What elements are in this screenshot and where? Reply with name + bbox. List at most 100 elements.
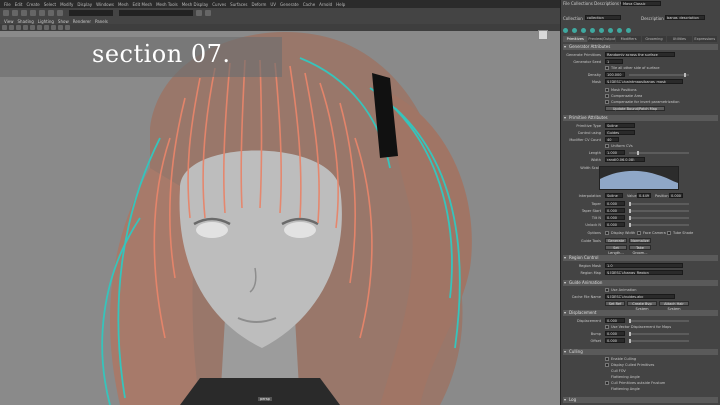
menu-item[interactable]: Create — [26, 2, 39, 7]
wireframe-icon[interactable] — [23, 25, 28, 30]
shadow-icon[interactable] — [51, 25, 56, 30]
unlock-field[interactable]: 0.000 — [605, 222, 625, 227]
snap-grid-icon[interactable] — [30, 10, 36, 16]
move-icon[interactable] — [572, 27, 577, 33]
guide-icon[interactable] — [581, 27, 586, 33]
menu-item[interactable]: Mesh — [118, 2, 129, 7]
use-animation-checkbox[interactable] — [605, 288, 609, 292]
display-culled-checkbox[interactable] — [605, 363, 609, 367]
sculpt-icon[interactable] — [599, 27, 604, 33]
position-field[interactable]: 0.000 — [669, 193, 683, 198]
tab-expressions[interactable]: Expressions — [692, 36, 717, 42]
density-slider[interactable] — [629, 73, 689, 77]
viewport-menu-item[interactable]: Shading — [18, 19, 34, 24]
region-map-field[interactable]: ${DESC}/bangs_Region — [605, 270, 683, 275]
menu-item[interactable]: Cache — [303, 2, 315, 7]
clear-icon[interactable] — [626, 27, 631, 33]
lighting-icon[interactable] — [44, 25, 49, 30]
tube-shade-checkbox[interactable] — [667, 231, 671, 235]
enable-culling-checkbox[interactable] — [605, 357, 609, 361]
paint-tool-icon[interactable] — [21, 10, 27, 16]
grid-icon[interactable] — [16, 25, 21, 30]
render-icon[interactable] — [57, 10, 63, 16]
displacement-field[interactable]: 0.000 — [605, 318, 625, 323]
face-camera-checkbox[interactable] — [637, 231, 641, 235]
cache-file-field[interactable]: ${DESC}/guides.abc — [605, 294, 675, 299]
unlock-slider[interactable] — [629, 223, 689, 227]
menu-item[interactable]: Modify — [60, 2, 73, 7]
menu-item[interactable]: Edit Mesh — [133, 2, 153, 7]
generate-primitives-select[interactable]: Randomly across the surface — [605, 52, 675, 57]
select-guide-icon[interactable] — [590, 27, 595, 33]
bookmark-icon[interactable] — [9, 25, 14, 30]
select-tool-icon[interactable] — [3, 10, 9, 16]
viewport-menu-item[interactable]: Show — [58, 19, 69, 24]
workspace-select[interactable]: Maya Classic — [621, 1, 661, 6]
panel-menu-item[interactable]: Collections — [571, 1, 593, 6]
viewport-menu-item[interactable]: View — [4, 19, 14, 24]
add-description-icon[interactable] — [563, 27, 568, 33]
menu-item[interactable]: Edit — [15, 2, 23, 7]
generate-button[interactable]: Generate — [605, 238, 627, 243]
display-width-checkbox[interactable] — [605, 231, 609, 235]
section-generator[interactable]: Generator Attributes — [563, 44, 718, 50]
tile-checkbox[interactable] — [605, 66, 609, 70]
tab-modifiers[interactable]: Modifiers — [616, 36, 641, 42]
description-select[interactable]: bangs_description — [665, 15, 705, 20]
menu-item[interactable]: File — [4, 2, 11, 7]
preview-icon[interactable] — [617, 27, 622, 33]
primitive-type-select[interactable]: Spline — [605, 123, 635, 128]
tab-primitives[interactable]: Primitives — [563, 36, 588, 42]
menu-item[interactable]: Deform — [251, 2, 266, 7]
menu-item[interactable]: Windows — [96, 2, 114, 7]
menu-item[interactable]: Generate — [280, 2, 299, 7]
control-using-select[interactable]: Guides — [605, 130, 635, 135]
panel-menu-item[interactable]: File — [563, 1, 570, 6]
menu-item[interactable]: Display — [77, 2, 92, 7]
viewport-menu-item[interactable]: Panels — [95, 19, 108, 24]
section-primitive[interactable]: Primitive Attributes — [563, 115, 718, 121]
displacement-slider[interactable] — [629, 319, 689, 323]
value-field[interactable]: 0.449 — [637, 193, 651, 198]
attach-hair-button[interactable]: Attach Hair System — [659, 301, 689, 311]
ipr-icon[interactable] — [196, 10, 202, 16]
menu-item[interactable]: Arnold — [319, 2, 332, 7]
cull-frustum-checkbox[interactable] — [605, 381, 609, 385]
render-settings-icon[interactable] — [205, 10, 211, 16]
refresh-icon[interactable] — [608, 27, 613, 33]
smooth-shade-icon[interactable] — [30, 25, 35, 30]
tab-preview-output[interactable]: Preview/Output — [588, 36, 616, 42]
use-vector-checkbox[interactable] — [605, 325, 609, 329]
section-log[interactable]: Log — [563, 397, 718, 403]
menu-item[interactable]: Curves — [212, 2, 226, 7]
menu-item[interactable]: Mesh Display — [182, 2, 209, 7]
create-bvp-button[interactable]: Create Bvp System — [627, 301, 657, 311]
length-slider[interactable] — [629, 151, 689, 155]
section-guide-animation[interactable]: Guide Animation — [563, 280, 718, 286]
width-field[interactable]: rand(0.06,0.08) — [605, 157, 645, 162]
texture-icon[interactable] — [37, 25, 42, 30]
menu-item[interactable]: UV — [270, 2, 276, 7]
collection-select[interactable]: collection — [585, 15, 621, 20]
toolbar-field[interactable] — [119, 10, 193, 16]
section-region[interactable]: Region Control — [563, 255, 718, 261]
viewport-corner-button[interactable] — [538, 30, 548, 40]
xray-icon[interactable] — [58, 25, 63, 30]
generator-seed-field[interactable]: 1 — [605, 59, 623, 64]
tab-grooming[interactable]: Grooming — [641, 36, 667, 42]
density-field[interactable]: 100.000 — [605, 72, 625, 77]
tilt-field[interactable]: 0.000 — [605, 215, 625, 220]
taper-start-slider[interactable] — [629, 209, 689, 213]
camera-icon[interactable] — [2, 25, 7, 30]
taper-start-field[interactable]: 0.000 — [605, 208, 625, 213]
offset-slider[interactable] — [629, 339, 689, 343]
take-groom-button[interactable]: Take Groom... — [629, 245, 651, 255]
mask-field[interactable]: ${DESC}/paintmaps/bangs_mask — [605, 79, 683, 84]
set-ref-button[interactable]: Set Ref — [605, 301, 625, 306]
compensate2-checkbox[interactable] — [605, 100, 609, 104]
taper-field[interactable]: 0.000 — [605, 201, 625, 206]
snap-point-icon[interactable] — [48, 10, 54, 16]
update-bound-button[interactable]: Update Bound/Patch Map — [605, 106, 665, 111]
width-scale-ramp[interactable] — [599, 166, 679, 190]
section-displacement[interactable]: Displacement — [563, 310, 718, 316]
